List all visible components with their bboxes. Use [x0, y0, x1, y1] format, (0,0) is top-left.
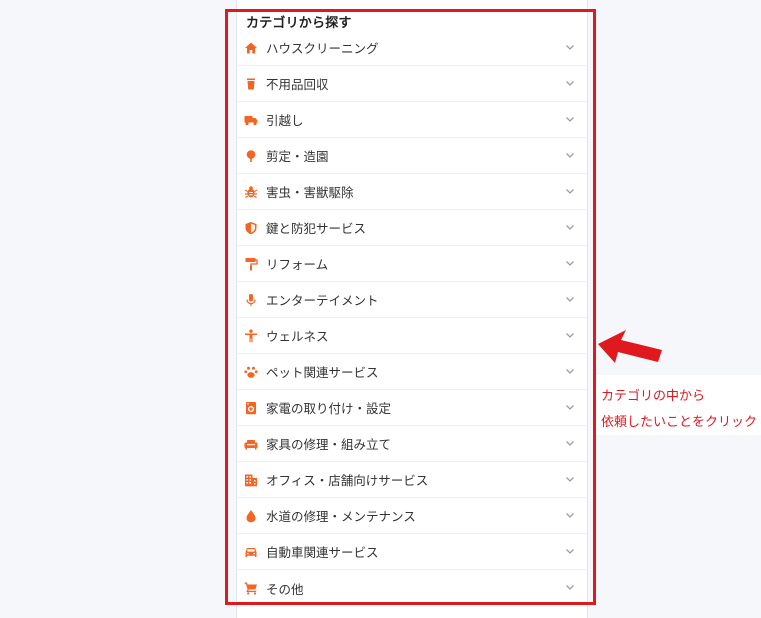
chevron-down-icon: [565, 223, 575, 231]
building-icon: [244, 473, 258, 487]
category-list: ハウスクリーニング 不用品回収 引越し 剪定・造園 害虫・害獣駆除 鍵と防犯サー: [237, 30, 587, 606]
category-label: エンターテイメント: [266, 293, 379, 308]
category-item-furniture-repair[interactable]: 家具の修理・組み立て: [237, 426, 587, 462]
category-label: 鍵と防犯サービス: [266, 221, 367, 236]
water-drop-icon: [244, 509, 258, 523]
category-label: その他: [266, 581, 304, 597]
category-item-junk-removal[interactable]: 不用品回収: [237, 66, 587, 102]
category-label: リフォーム: [266, 257, 329, 272]
category-label: ハウスクリーニング: [266, 41, 379, 56]
category-item-plumbing[interactable]: 水道の修理・メンテナンス: [237, 498, 587, 534]
chevron-down-icon: [565, 151, 575, 159]
category-label: 自動車関連サービス: [266, 545, 379, 560]
category-label: オフィス・店舗向けサービス: [266, 473, 429, 488]
category-item-renovation[interactable]: リフォーム: [237, 246, 587, 282]
person-icon: [244, 329, 258, 343]
category-item-appliance-setup[interactable]: 家電の取り付け・設定: [237, 390, 587, 426]
chevron-down-icon: [565, 79, 575, 87]
category-label: 不用品回収: [266, 77, 329, 92]
truck-icon: [244, 113, 258, 127]
category-item-house-cleaning[interactable]: ハウスクリーニング: [237, 30, 587, 66]
category-label: 引越し: [266, 113, 304, 128]
category-item-pest-control[interactable]: 害虫・害獣駆除: [237, 174, 587, 210]
category-label: ペット関連サービス: [266, 365, 379, 380]
chevron-down-icon: [565, 331, 575, 339]
paint-roller-icon: [244, 257, 258, 271]
category-item-entertainment[interactable]: エンターテイメント: [237, 282, 587, 318]
category-label: ウェルネス: [266, 329, 329, 344]
car-icon: [244, 545, 258, 559]
chevron-down-icon: [565, 439, 575, 447]
chevron-down-icon: [565, 259, 575, 267]
shield-icon: [244, 221, 258, 235]
chevron-down-icon: [565, 511, 575, 519]
trash-icon: [244, 77, 258, 91]
chevron-down-icon: [565, 187, 575, 195]
category-item-office-store[interactable]: オフィス・店舗向けサービス: [237, 462, 587, 498]
category-item-other[interactable]: その他: [237, 570, 587, 606]
microphone-icon: [244, 293, 258, 307]
tree-icon: [244, 149, 258, 163]
category-item-moving[interactable]: 引越し: [237, 102, 587, 138]
cart-icon: [244, 581, 258, 595]
annotation-line-1: カテゴリの中から: [601, 389, 706, 404]
category-label: 家電の取り付け・設定: [266, 401, 392, 416]
category-item-locks-security[interactable]: 鍵と防犯サービス: [237, 210, 587, 246]
chevron-down-icon: [565, 43, 575, 51]
category-item-pet-services[interactable]: ペット関連サービス: [237, 354, 587, 390]
home-icon: [244, 41, 258, 55]
category-label: 家具の修理・組み立て: [266, 437, 392, 452]
chevron-down-icon: [565, 547, 575, 555]
chevron-down-icon: [565, 367, 575, 375]
sofa-icon: [244, 437, 258, 451]
chevron-down-icon: [565, 295, 575, 303]
section-title: カテゴリから探す: [246, 16, 352, 31]
category-item-pruning-landscaping[interactable]: 剪定・造園: [237, 138, 587, 174]
annotation-line-2: 依頼したいことをクリック: [601, 415, 758, 430]
chevron-down-icon: [565, 403, 575, 411]
annotation-arrow-icon: [598, 330, 662, 363]
category-label: 害虫・害獣駆除: [266, 185, 354, 200]
paw-icon: [244, 365, 258, 379]
category-label: 水道の修理・メンテナンス: [266, 509, 416, 524]
category-item-wellness[interactable]: ウェルネス: [237, 318, 587, 354]
chevron-down-icon: [565, 583, 575, 591]
category-label: 剪定・造園: [266, 149, 329, 164]
washing-machine-icon: [244, 401, 258, 415]
chevron-down-icon: [565, 475, 575, 483]
bug-icon: [244, 185, 258, 199]
category-item-automotive[interactable]: 自動車関連サービス: [237, 534, 587, 570]
chevron-down-icon: [565, 115, 575, 123]
